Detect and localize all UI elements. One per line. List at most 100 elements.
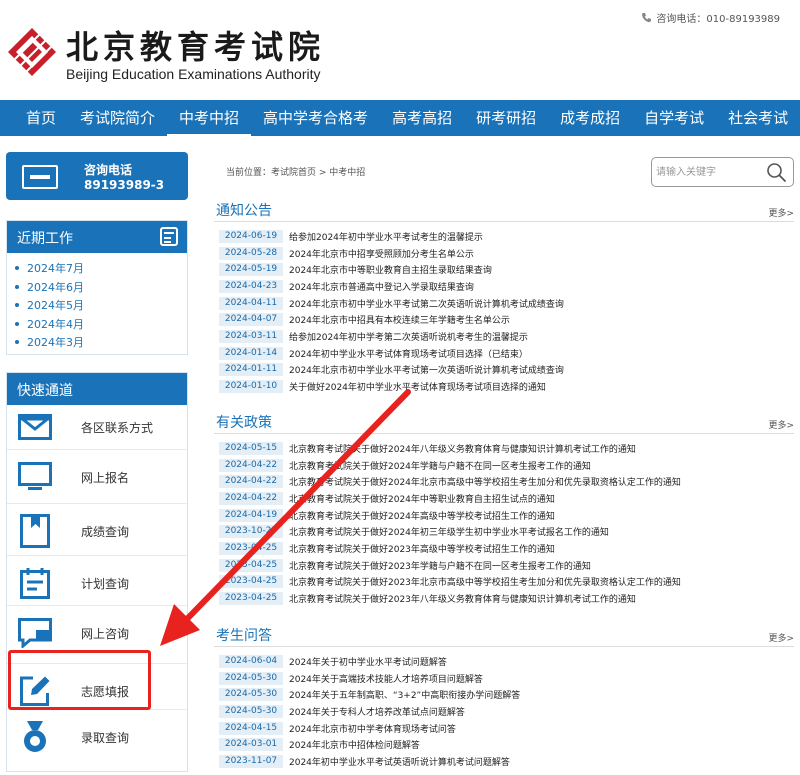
news-title-link[interactable]: 给参加2024年初中学业水平考试考生的温馨提示 [289, 230, 483, 243]
news-title-link[interactable]: 北京教育考试院关于做好2024年中等职业教育自主招生试点的通知 [289, 492, 555, 505]
nav-item[interactable]: 高中学考合格考 [251, 100, 380, 136]
highlight-box [8, 650, 151, 710]
logo-emblem-icon[interactable] [6, 26, 58, 78]
news-title-link[interactable]: 北京教育考试院关于做好2023年高级中等学校考试招生工作的通知 [289, 542, 555, 555]
nav-item[interactable]: 社会考试 [716, 100, 800, 136]
news-item[interactable]: 2024-03-01 2024年北京市中招体检问题解答 [214, 736, 794, 753]
quick-channel-item[interactable]: 成绩查询 [7, 505, 187, 557]
more-link[interactable]: 更多> [768, 206, 794, 219]
quick-channel-label: 成绩查询 [81, 524, 130, 539]
news-date: 2024-04-22 [219, 458, 283, 472]
more-link[interactable]: 更多> [768, 418, 794, 431]
site-header: 北京教育考试院 Beijing Education Examinations A… [0, 0, 800, 100]
news-title-link[interactable]: 关于做好2024年初中学业水平考试体育现场考试项目选择的通知 [289, 380, 546, 393]
news-title-link[interactable]: 北京教育考试院关于做好2023年北京市高级中等学校招生考生加分和优先录取资格认定… [289, 575, 681, 588]
news-title-link[interactable]: 2024年北京市初中学考体育现场考试问答 [289, 722, 456, 735]
news-date: 2024-04-11 [219, 296, 283, 310]
nav-item[interactable]: 考试院简介 [68, 100, 167, 136]
news-title-link[interactable]: 北京教育考试院关于做好2023年学籍与户籍不在同一区考生报考工作的通知 [289, 559, 591, 572]
news-title-link[interactable]: 2024年初中学业水平考试英语听说计算机考试问题解答 [289, 755, 510, 768]
news-title-link[interactable]: 2024年北京市普通高中登记入学录取结果查询 [289, 280, 474, 293]
nav-item[interactable]: 成考成招 [548, 100, 632, 136]
news-title-link[interactable]: 2024年北京市中招享受照顾加分考生名单公示 [289, 247, 474, 260]
news-date: 2024-04-23 [219, 279, 283, 293]
section-title[interactable]: 有关政策 [216, 412, 272, 432]
recent-work-item[interactable]: 2024年4月 [15, 315, 187, 334]
news-item[interactable]: 2024-04-19 北京教育考试院关于做好2024年高级中等学校考试招生工作的通… [214, 507, 794, 524]
news-title-link[interactable]: 北京教育考试院关于做好2024年初三年级学生初中学业水平考试报名工作的通知 [289, 525, 609, 538]
news-item[interactable]: 2024-05-28 2024年北京市中招享受照顾加分考生名单公示 [214, 245, 794, 262]
recent-work-item[interactable]: 2024年7月 [15, 259, 187, 278]
news-title-link[interactable]: 2024年北京市初中学业水平考试第一次英语听说计算机考试成绩查询 [289, 363, 564, 376]
recent-work-item[interactable]: 2024年5月 [15, 296, 187, 315]
quick-channel-label: 各区联系方式 [81, 420, 154, 435]
news-item[interactable]: 2023-11-07 2024年初中学业水平考试英语听说计算机考试问题解答 [214, 753, 794, 770]
section-title[interactable]: 考生问答 [216, 625, 272, 645]
quick-channel-item[interactable]: 计划查询 [7, 557, 187, 609]
nav-item[interactable]: 中考中招 [167, 100, 252, 136]
news-item[interactable]: 2024-05-19 2024年北京市中等职业教育自主招生录取结果查询 [214, 261, 794, 278]
news-title-link[interactable]: 2024年关于初中学业水平考试问题解答 [289, 655, 447, 668]
news-item[interactable]: 2024-05-30 2024年关于高端技术技能人才培养项目问题解答 [214, 670, 794, 687]
news-item[interactable]: 2024-04-23 2024年北京市普通高中登记入学录取结果查询 [214, 278, 794, 295]
news-title-link[interactable]: 给参加2024年初中学考第二次英语听说机考考生的温馨提示 [289, 330, 528, 343]
search-icon[interactable] [766, 162, 787, 183]
news-title-link[interactable]: 2024年初中学业水平考试体育现场考试项目选择（已结束） [289, 347, 528, 360]
news-title-link[interactable]: 2024年关于专科人才培养改革试点问题解答 [289, 705, 465, 718]
news-title-link[interactable]: 北京教育考试院关于做好2024年北京市高级中等学校招生考生加分和优先录取资格认定… [289, 475, 681, 488]
news-item[interactable]: 2024-06-04 2024年关于初中学业水平考试问题解答 [214, 653, 794, 670]
news-item[interactable]: 2023-10-25 北京教育考试院关于做好2024年初三年级学生初中学业水平考试… [214, 523, 794, 540]
news-date: 2024-04-22 [219, 491, 283, 505]
news-title-link[interactable]: 北京教育考试院关于做好2023年八年级义务教育体育与健康知识计算机考试工作的通知 [289, 592, 636, 605]
recent-work-item[interactable]: 2024年3月 [15, 333, 187, 352]
news-item[interactable]: 2023-04-25 北京教育考试院关于做好2023年北京市高级中等学校招生考生加… [214, 574, 794, 591]
quick-channel-item[interactable]: 各区联系方式 [7, 401, 187, 453]
news-item[interactable]: 2024-01-10 关于做好2024年初中学业水平考试体育现场考试项目选择的通知 [214, 378, 794, 395]
news-title-link[interactable]: 北京教育考试院关于做好2024年学籍与户籍不在同一区考生报考工作的通知 [289, 459, 591, 472]
nav-item[interactable]: 研考研招 [464, 100, 548, 136]
recent-work-item[interactable]: 2024年6月 [15, 278, 187, 297]
logo-chinese-name[interactable]: 北京教育考试院 [66, 22, 325, 68]
nav-item[interactable]: 首页 [14, 100, 68, 136]
news-title-link[interactable]: 2024年关于五年制高职、“3+2”中高职衔接办学问题解答 [289, 688, 520, 701]
news-item[interactable]: 2024-04-07 2024年北京市中招具有本校连续三年学籍考生名单公示 [214, 311, 794, 328]
recent-work-panel: 近期工作 2024年7月 2024年6月 2024年5月 2024年4月 2024年3月 [6, 220, 188, 355]
hotline-card[interactable]: 咨询电话 89193989-3 [6, 152, 188, 200]
logo-english-name[interactable]: Beijing Education Examinations Authority [66, 66, 320, 82]
news-title-link[interactable]: 2024年关于高端技术技能人才培养项目问题解答 [289, 672, 483, 685]
news-title-link[interactable]: 2024年北京市中等职业教育自主招生录取结果查询 [289, 263, 492, 276]
news-item[interactable]: 2024-04-22 北京教育考试院关于做好2024年学籍与户籍不在同一区考生报考… [214, 457, 794, 474]
news-item[interactable]: 2024-04-15 2024年北京市初中学考体育现场考试问答 [214, 720, 794, 737]
news-title-link[interactable]: 2024年北京市初中学业水平考试第二次英语听说计算机考试成绩查询 [289, 297, 564, 310]
news-item[interactable]: 2024-04-11 2024年北京市初中学业水平考试第二次英语听说计算机考试成绩… [214, 295, 794, 312]
news-item[interactable]: 2023-04-25 北京教育考试院关于做好2023年高级中等学校考试招生工作的通… [214, 540, 794, 557]
news-item[interactable]: 2024-05-15 北京教育考试院关于做好2024年八年级义务教育体育与健康知识… [214, 440, 794, 457]
news-title-link[interactable]: 北京教育考试院关于做好2024年八年级义务教育体育与健康知识计算机考试工作的通知 [289, 442, 636, 455]
news-date: 2024-01-14 [219, 346, 283, 360]
search-input[interactable] [656, 163, 762, 182]
news-title-link[interactable]: 2024年北京市中招体检问题解答 [289, 738, 420, 751]
news-item[interactable]: 2024-04-22 北京教育考试院关于做好2024年中等职业教育自主招生试点的通… [214, 490, 794, 507]
news-item[interactable]: 2024-05-30 2024年关于五年制高职、“3+2”中高职衔接办学问题解答 [214, 686, 794, 703]
news-item[interactable]: 2024-01-14 2024年初中学业水平考试体育现场考试项目选择（已结束） [214, 345, 794, 362]
news-item[interactable]: 2024-06-19 给参加2024年初中学业水平考试考生的温馨提示 [214, 228, 794, 245]
section-header: 有关政策 更多> [214, 412, 794, 434]
quick-channel-item[interactable]: 录取查询 [7, 711, 187, 763]
news-list: 2024-06-04 2024年关于初中学业水平考试问题解答 2024-05-30 2… [214, 647, 794, 770]
more-link[interactable]: 更多> [768, 631, 794, 644]
news-date: 2024-03-11 [219, 329, 283, 343]
nav-item[interactable]: 高考高招 [380, 100, 464, 136]
news-list: 2024-05-15 北京教育考试院关于做好2024年八年级义务教育体育与健康知识… [214, 434, 794, 607]
recent-work-list: 2024年7月 2024年6月 2024年5月 2024年4月 2024年3月 [7, 253, 187, 352]
news-item[interactable]: 2024-01-11 2024年北京市初中学业水平考试第一次英语听说计算机考试成绩… [214, 362, 794, 379]
nav-item[interactable]: 自学考试 [632, 100, 716, 136]
news-item[interactable]: 2023-04-25 北京教育考试院关于做好2023年学籍与户籍不在同一区考生报考… [214, 557, 794, 574]
quick-channel-item[interactable]: 网上报名 [7, 451, 187, 503]
news-item[interactable]: 2023-04-25 北京教育考试院关于做好2023年八年级义务教育体育与健康知识… [214, 590, 794, 607]
news-title-link[interactable]: 2024年北京市中招具有本校连续三年学籍考生名单公示 [289, 313, 510, 326]
news-item[interactable]: 2024-03-11 给参加2024年初中学考第二次英语听说机考考生的温馨提示 [214, 328, 794, 345]
news-item[interactable]: 2024-04-22 北京教育考试院关于做好2024年北京市高级中等学校招生考生加… [214, 473, 794, 490]
news-title-link[interactable]: 北京教育考试院关于做好2024年高级中等学校考试招生工作的通知 [289, 509, 555, 522]
news-item[interactable]: 2024-05-30 2024年关于专科人才培养改革试点问题解答 [214, 703, 794, 720]
section-title[interactable]: 通知公告 [216, 200, 272, 220]
